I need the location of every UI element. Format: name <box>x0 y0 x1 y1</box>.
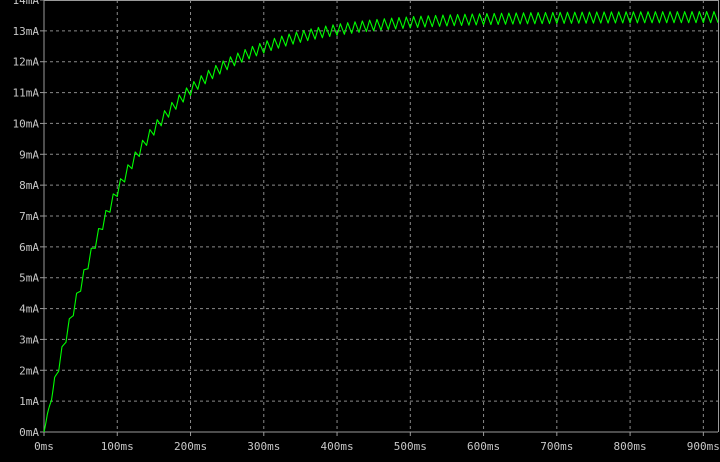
chart-area: 0mA 1mA 2mA 3mA 4mA 5mA 6mA 7mA 8mA 9mA 10mA 11mA 12… <box>0 0 720 458</box>
x-tick-label: 200ms <box>174 440 207 453</box>
x-tick-label: 400ms <box>320 440 353 453</box>
y-tick-label: 7mA <box>19 210 39 223</box>
x-tick-label: 800ms <box>614 440 647 453</box>
current-trace-line <box>43 11 719 433</box>
x-tick-label: 100ms <box>101 440 134 453</box>
y-tick-label: 1mA <box>19 395 39 408</box>
x-tick-labels: 0ms 100ms 200ms 300ms 400ms 500ms 600ms 700ms 80… <box>34 440 720 453</box>
x-tick-label: 700ms <box>540 440 573 453</box>
y-tick-label: 14mA <box>13 0 40 7</box>
y-tick-label: 0mA <box>19 426 39 439</box>
y-tick-label: 11mA <box>13 87 40 100</box>
y-tick-label: 4mA <box>19 303 39 316</box>
x-tick-label: 500ms <box>394 440 427 453</box>
y-tick-label: 10mA <box>13 117 40 130</box>
x-tick-label: 900ms <box>687 440 720 453</box>
y-tick-label: 5mA <box>19 272 39 285</box>
y-tick-label: 13mA <box>13 25 40 38</box>
y-tick-label: 6mA <box>19 241 39 254</box>
grid-lines <box>44 0 718 432</box>
x-tick-label: 0ms <box>34 440 54 453</box>
x-tick-label: 300ms <box>247 440 280 453</box>
y-tick-label: 8mA <box>19 179 39 192</box>
y-tick-label: 9mA <box>19 148 39 161</box>
series-layer <box>43 11 719 433</box>
y-tick-labels: 0mA 1mA 2mA 3mA 4mA 5mA 6mA 7mA 8mA 9mA 10mA 11mA 12… <box>13 0 40 439</box>
x-tick-label: 600ms <box>467 440 500 453</box>
current-plot: 0mA 1mA 2mA 3mA 4mA 5mA 6mA 7mA 8mA 9mA 10mA 11mA 12… <box>13 0 720 453</box>
y-tick-label: 12mA <box>13 56 40 69</box>
y-tick-label: 2mA <box>19 364 39 377</box>
y-tick-label: 3mA <box>19 333 39 346</box>
